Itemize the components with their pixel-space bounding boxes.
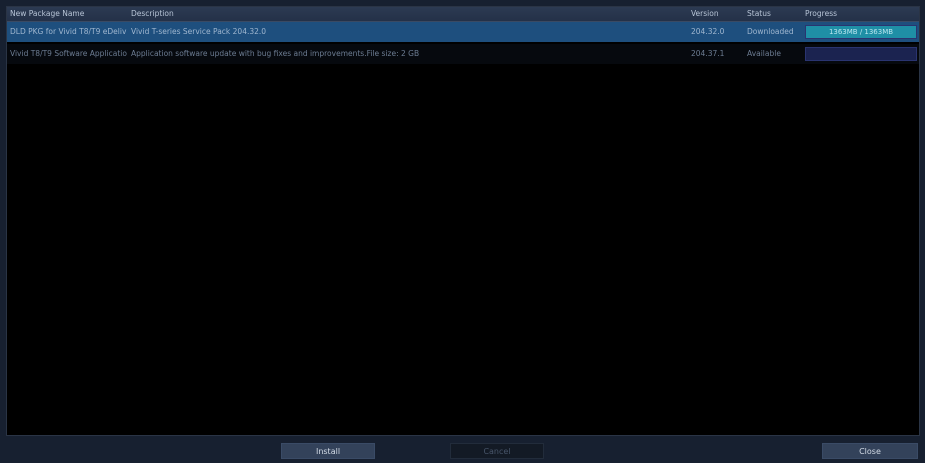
progress-bar: 1363MB / 1363MB (805, 25, 917, 39)
progress-bar (805, 47, 917, 61)
package-name-cell: Vivid T8/T9 Software Applicatio (10, 49, 127, 58)
column-header-name[interactable]: New Package Name (10, 7, 128, 21)
column-header-status[interactable]: Status (747, 7, 803, 21)
package-table: New Package Name Description Version Sta… (6, 6, 920, 436)
install-button[interactable]: Install (281, 443, 375, 459)
status-cell: Available (747, 49, 781, 58)
software-update-window: New Package Name Description Version Sta… (0, 0, 925, 463)
column-header-description[interactable]: Description (131, 7, 683, 21)
column-header-progress[interactable]: Progress (805, 7, 917, 21)
table-header: New Package Name Description Version Sta… (7, 7, 919, 22)
progress-text (806, 48, 916, 60)
table-row[interactable]: Vivid T8/T9 Software Applicatio Applicat… (7, 44, 919, 64)
table-row[interactable]: DLD PKG for Vivid T8/T9 eDeliv Vivid T-s… (7, 22, 919, 42)
column-header-version[interactable]: Version (691, 7, 739, 21)
close-button[interactable]: Close (822, 443, 918, 459)
description-cell: Application software update with bug fix… (131, 49, 420, 58)
button-bar: Install Cancel Close (0, 437, 925, 463)
status-cell: Downloaded (747, 27, 794, 36)
version-cell: 204.37.1 (691, 49, 725, 58)
description-cell: Vivid T-series Service Pack 204.32.0 (131, 27, 267, 36)
cancel-button[interactable]: Cancel (450, 443, 544, 459)
version-cell: 204.32.0 (691, 27, 725, 36)
progress-text: 1363MB / 1363MB (828, 28, 894, 36)
package-name-cell: DLD PKG for Vivid T8/T9 eDeliv (10, 27, 127, 36)
